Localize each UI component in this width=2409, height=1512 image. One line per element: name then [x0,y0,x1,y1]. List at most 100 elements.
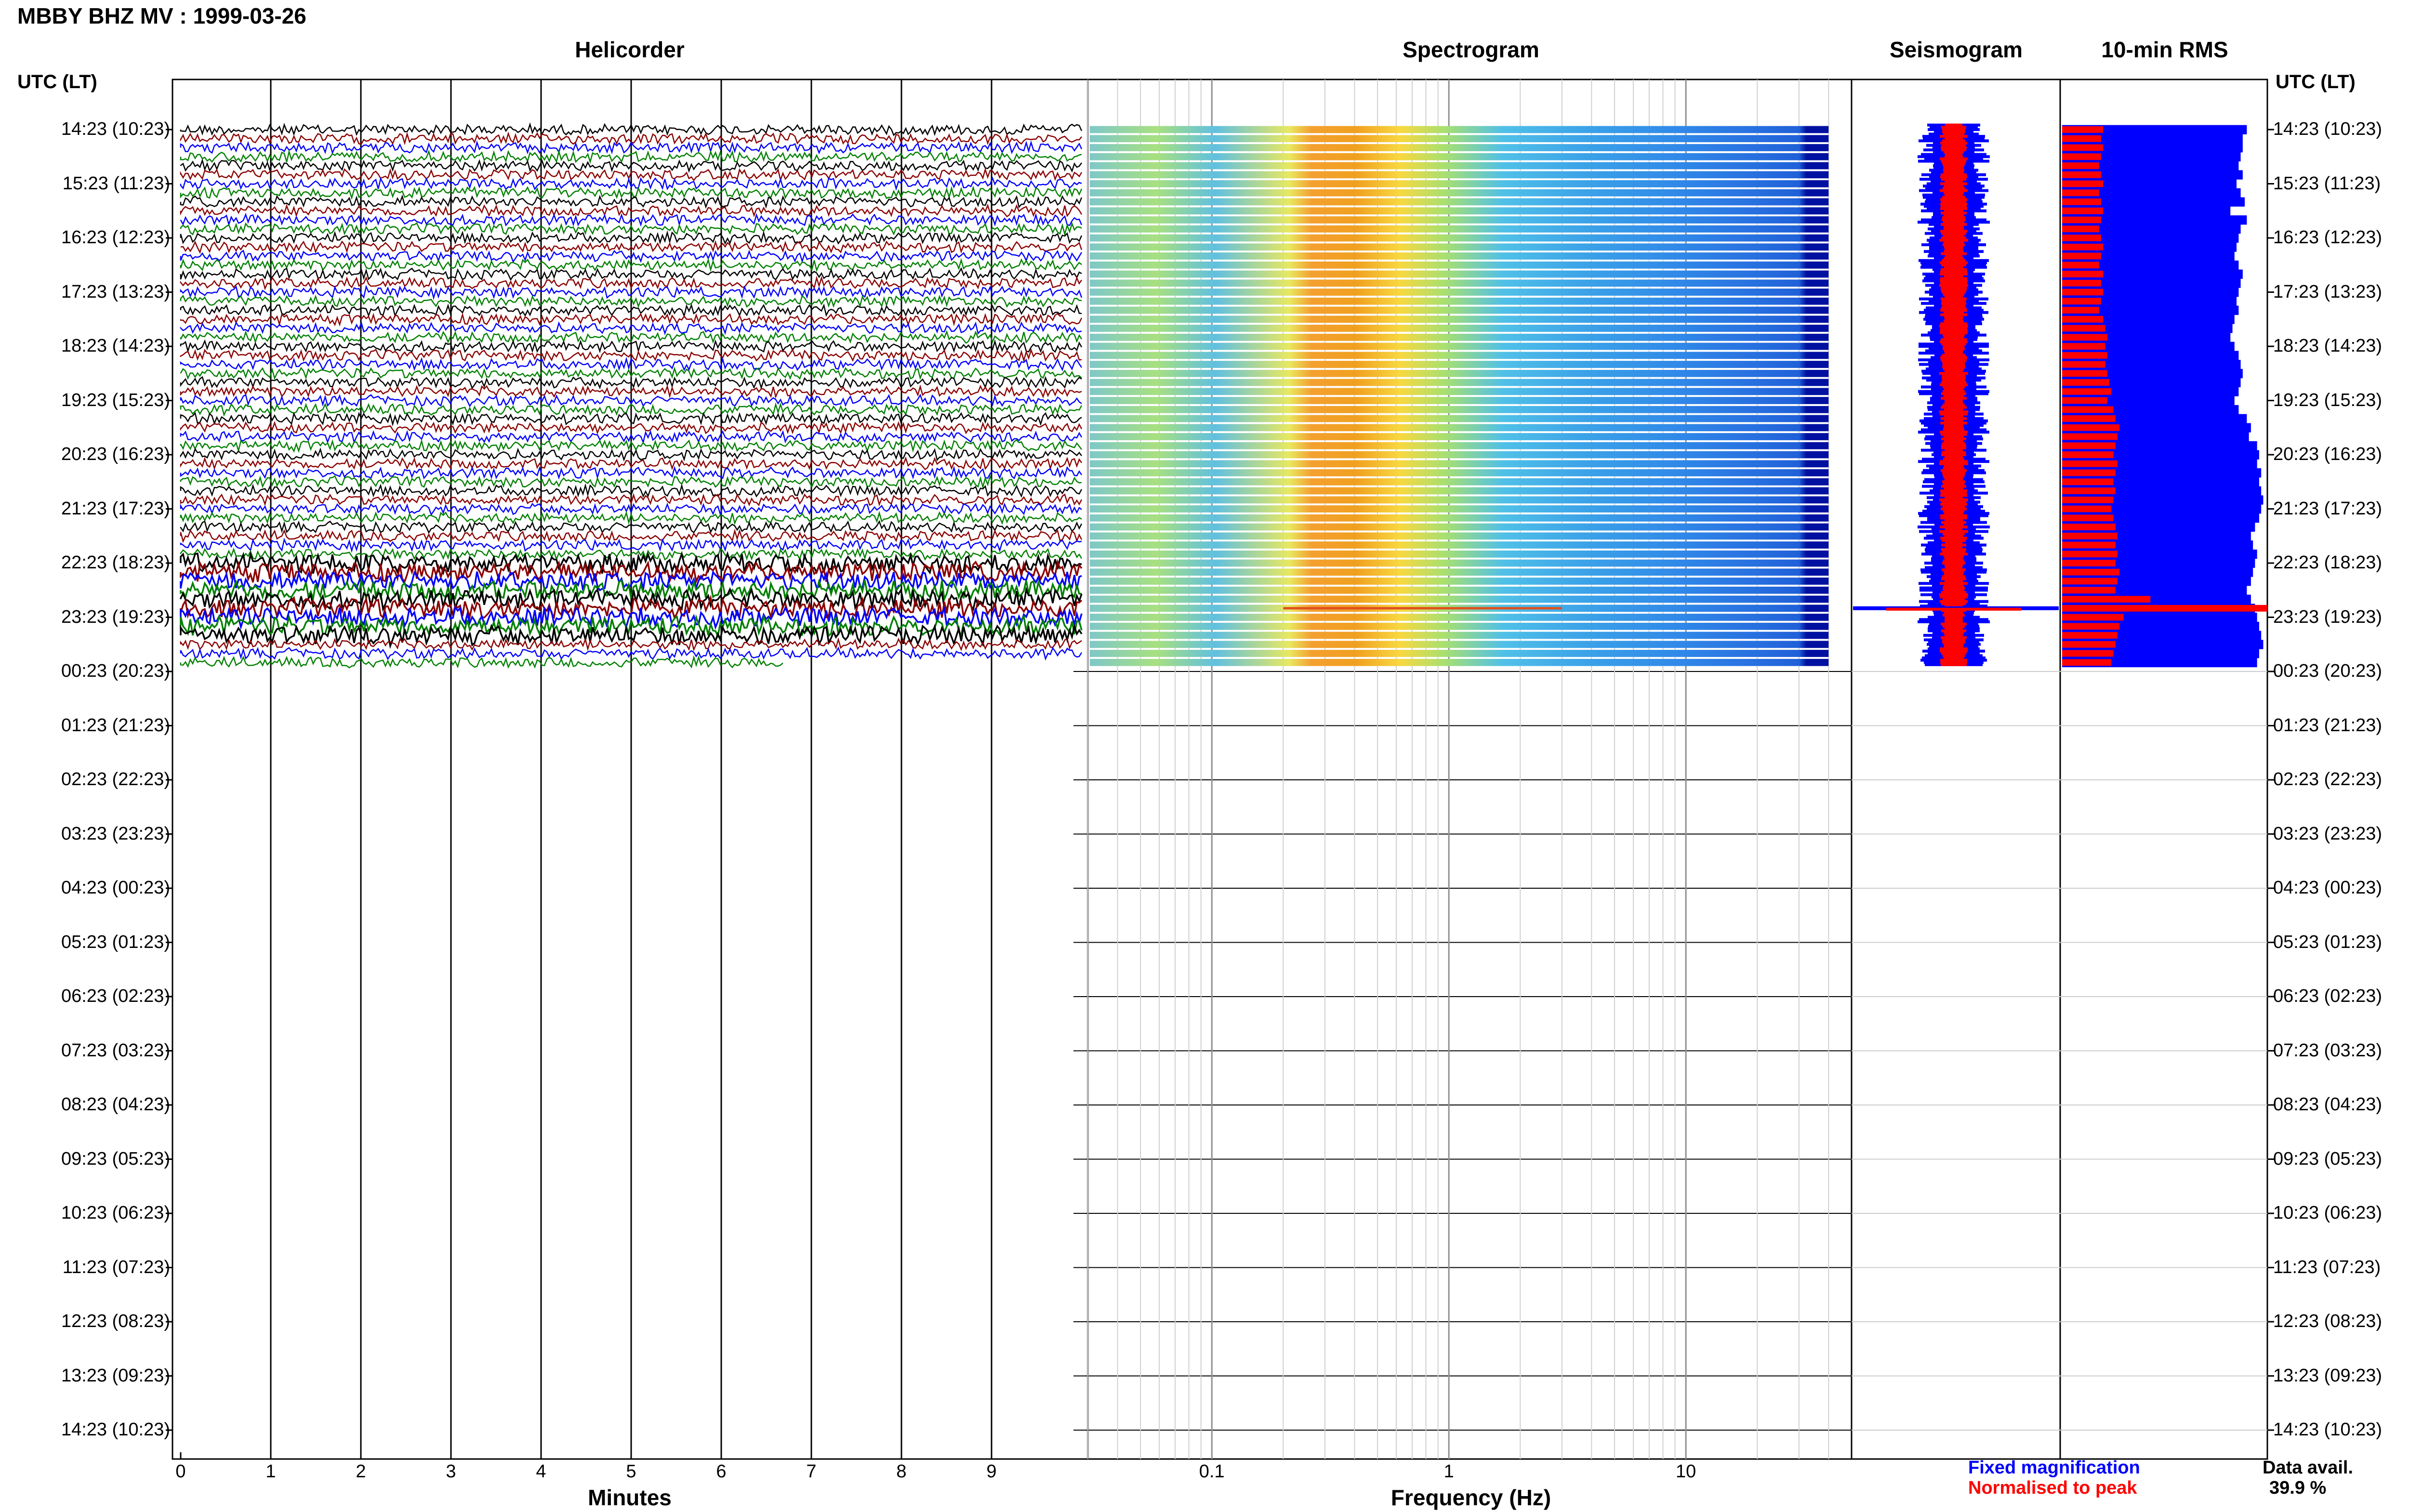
rms-bar-normalised [2062,126,2104,133]
rms-bar-normalised [2062,578,2118,585]
spectrogram-title: Spectrogram [1403,37,1539,62]
rms-bar-normalised [2062,632,2118,639]
rms-bar-normalised [2062,262,2099,269]
spectrogram-row [1090,424,1829,432]
spectrogram-row [1090,550,1829,558]
spectrogram-row [1090,352,1829,359]
spectrogram-row [1090,379,1829,386]
spectrogram-row [1090,614,1829,621]
rms-bar-normalised [2062,162,2099,169]
spectrogram-row [1090,650,1829,657]
spectrogram-row [1090,171,1829,179]
y-tick-label: 12:23 (08:23) [2273,1311,2383,1331]
rms-bar-normalised [2062,460,2118,467]
spectrogram-row [1090,234,1829,242]
spectrogram-row [1090,505,1829,513]
x-tick-label: 5 [626,1461,636,1482]
rms-bar-normalised [2062,325,2105,332]
spectrogram-row [1090,433,1829,440]
rms-bar-normalised [2062,198,2101,205]
rms-bar-normalised [2062,216,2101,224]
rms-bar-normalised [2062,406,2114,413]
y-tick-label: 06:23 (02:23) [2273,986,2383,1006]
y-tick-label: 19:23 (15:23) [2273,390,2383,410]
spectrogram-row [1090,578,1829,585]
rms-bar-normalised [2062,153,2101,160]
y-tick-label: 06:23 (02:23) [61,986,170,1006]
y-tick-label: 19:23 (15:23) [61,390,170,410]
data-avail-value: 39.9 % [2269,1478,2327,1498]
plot-canvas [166,79,2274,1460]
rms-bar-normalised [2062,243,2104,250]
y-tick-label: 01:23 (21:23) [2273,715,2383,736]
y-axis-label-left: UTC (LT) [17,71,97,92]
spectrogram-row [1090,153,1829,160]
spectrogram-row [1090,369,1829,377]
spectrogram-row [1090,478,1829,486]
spectrogram-row [1090,487,1829,495]
figure-title: MBBY BHZ MV : 1999-03-26 [17,3,306,28]
helicorder-x-label: Minutes [588,1485,672,1510]
spectrogram-row [1090,469,1829,476]
rms-bar-normalised [2062,135,2101,142]
y-tick-label: 09:23 (05:23) [61,1148,170,1169]
rms-bar-normalised [2062,343,2105,350]
y-tick-label: 17:23 (13:23) [61,281,170,302]
rms-bar-normalised [2062,424,2120,431]
rms-bar-normalised [2062,659,2112,666]
x-tick-label: 0 [175,1461,186,1482]
spectrogram-row [1090,306,1829,314]
spectrogram-row [1090,225,1829,233]
rms-bar-normalised [2062,370,2107,377]
rms-bar-normalised [2062,587,2116,594]
rms-bar-normalised [2062,605,2267,612]
helicorder-title: Helicorder [575,37,685,62]
x-tick-label: 6 [716,1461,727,1482]
rms-bar-normalised [2062,487,2116,494]
rms-bar-normalised [2062,614,2124,621]
spectrogram-row [1090,641,1829,648]
x-tick-label: 3 [446,1461,456,1482]
rms-bar-normalised [2062,541,2116,549]
spectrogram-row [1090,514,1829,522]
y-tick-label: 09:23 (05:23) [2273,1148,2383,1169]
rms-bar-normalised [2062,596,2151,603]
y-tick-label: 17:23 (13:23) [2273,281,2383,302]
y-tick-label: 15:23 (11:23) [62,173,170,194]
y-tick-label: 21:23 (17:23) [2273,498,2383,519]
y-tick-label: 21:23 (17:23) [61,498,170,519]
data-avail-label: Data avail. [2263,1458,2353,1478]
spectrogram-row [1090,388,1829,395]
spectrogram-x-label: Frequency (Hz) [1390,1485,1551,1510]
y-tick-label: 11:23 (07:23) [2273,1257,2381,1277]
rms-bar-normalised [2062,252,2101,260]
spectrogram-row [1090,631,1829,639]
x-tick-label: 7 [806,1461,817,1482]
y-tick-label: 10:23 (06:23) [2273,1203,2383,1223]
spectrogram-row [1090,595,1829,603]
spectrogram-row [1090,144,1829,151]
spectrogram-row [1090,297,1829,305]
rms-bar-normalised [2062,623,2120,630]
rms-title: 10-min RMS [2101,37,2228,62]
y-tick-label: 07:23 (03:23) [61,1040,170,1061]
x-tick-label: 4 [536,1461,546,1482]
rms-bar-normalised [2062,496,2114,503]
y-tick-label: 20:23 (16:23) [2273,444,2383,464]
y-tick-label: 18:23 (14:23) [61,336,170,356]
spectrogram-row [1090,622,1829,630]
rms-bar-normalised [2062,560,2116,566]
spectrogram-row [1090,532,1829,540]
rms-bar-normalised [2062,524,2116,530]
spectrogram-row [1090,279,1829,287]
y-tick-label: 00:23 (20:23) [61,661,170,681]
spectrogram-row [1090,207,1829,215]
x-tick-label: 1 [1443,1461,1454,1482]
spectrogram-row [1090,568,1829,576]
spectrogram-row [1090,333,1829,341]
rms-bar-normalised [2062,478,2114,486]
y-tick-label: 05:23 (01:23) [2273,932,2383,952]
spectrogram-row [1090,559,1829,567]
y-tick-label: 03:23 (23:23) [61,823,170,844]
rms-bar-normalised [2062,388,2112,395]
